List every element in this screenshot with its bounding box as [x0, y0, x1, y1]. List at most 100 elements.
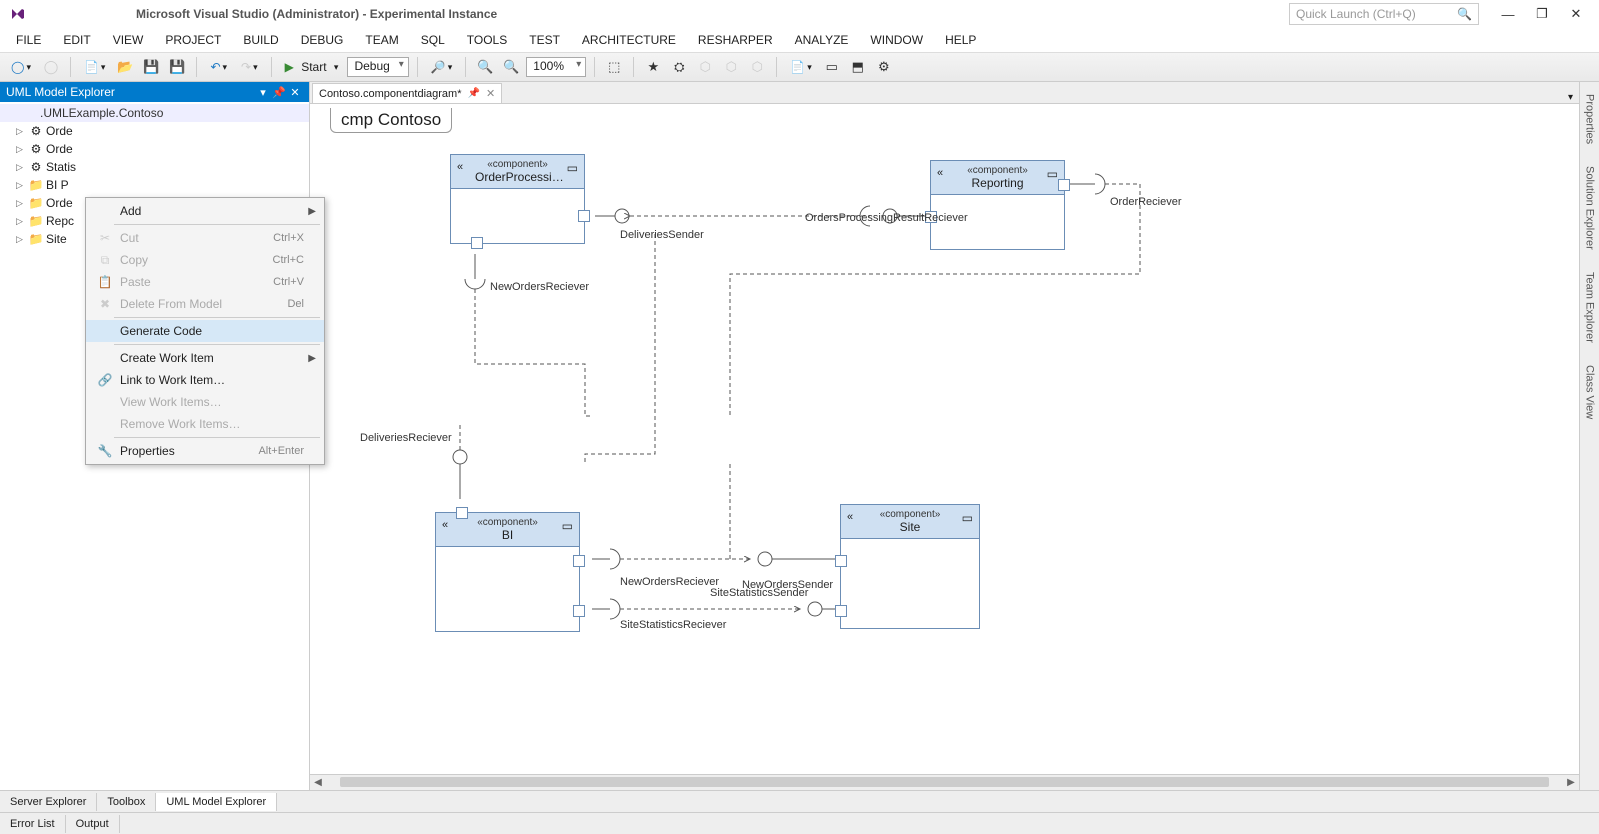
menu-help[interactable]: HELP	[935, 30, 986, 50]
nav-forward-button[interactable]: ◯	[40, 56, 62, 78]
port[interactable]	[578, 210, 590, 222]
tree-item[interactable]: ▷⚙Statis	[0, 158, 309, 176]
port[interactable]	[835, 605, 847, 617]
chevron-icon: «	[442, 519, 448, 531]
toolbar-btn-g[interactable]: 📄▾	[785, 57, 816, 77]
port[interactable]	[835, 555, 847, 567]
save-all-button[interactable]: 💾	[166, 56, 188, 78]
tab-properties[interactable]: Properties	[1582, 88, 1598, 150]
quick-launch-input[interactable]: Quick Launch (Ctrl+Q) 🔍	[1289, 3, 1479, 25]
toolbar-btn-b[interactable]: ★	[642, 56, 664, 78]
tab-server-explorer[interactable]: Server Explorer	[0, 793, 97, 811]
minimize-button[interactable]: —	[1493, 4, 1523, 24]
component-icon: ▭	[562, 519, 573, 533]
close-button[interactable]: ✕	[1561, 4, 1591, 24]
expand-icon[interactable]: ▷	[16, 234, 26, 245]
toolbar-btn-d[interactable]: ⬡	[694, 56, 716, 78]
component-orderprocessing[interactable]: ««component»OrderProcessi…▭	[450, 154, 585, 244]
component-bi[interactable]: ««component»BI▭	[435, 512, 580, 632]
component-reporting[interactable]: ««component»Reporting▭	[930, 160, 1065, 250]
scroll-right-icon[interactable]: ▶	[1563, 775, 1579, 791]
open-file-button[interactable]: 📂	[114, 56, 136, 78]
menu-file[interactable]: FILE	[6, 30, 51, 50]
menu-edit[interactable]: EDIT	[53, 30, 100, 50]
tree-item[interactable]: ▷⚙Orde	[0, 140, 309, 158]
port[interactable]	[471, 237, 483, 249]
tree-item-icon: ⚙	[28, 160, 44, 174]
menu-tools[interactable]: TOOLS	[457, 30, 517, 50]
panel-dropdown-icon[interactable]: ▾	[255, 86, 271, 99]
port[interactable]	[573, 605, 585, 617]
menu-item-add[interactable]: Add▶	[86, 200, 324, 222]
title-bar: Microsoft Visual Studio (Administrator) …	[0, 0, 1599, 28]
menu-item-shortcut: Alt+Enter	[258, 445, 304, 457]
tree-item-label: Site	[46, 232, 67, 246]
tree-item[interactable]: ▷⚙Orde	[0, 122, 309, 140]
horizontal-scrollbar[interactable]: ◀ ▶	[310, 774, 1579, 790]
tab-error-list[interactable]: Error List	[0, 815, 66, 833]
diagram-canvas[interactable]: cmp Contoso	[310, 104, 1579, 774]
menu-item-create-work-item[interactable]: Create Work Item▶	[86, 347, 324, 369]
start-button[interactable]: ▶ Start ▾	[280, 57, 344, 77]
expand-icon[interactable]: ▷	[16, 180, 26, 191]
doc-tab-contoso[interactable]: Contoso.componentdiagram* 📌 ✕	[312, 83, 502, 103]
menu-architecture[interactable]: ARCHITECTURE	[572, 30, 686, 50]
toolbar-btn-e[interactable]: ⬡	[720, 56, 742, 78]
menu-view[interactable]: VIEW	[103, 30, 154, 50]
tree-item[interactable]: ▷📁BI P	[0, 176, 309, 194]
menu-item-link-to-work-item-[interactable]: 🔗Link to Work Item…	[86, 369, 324, 391]
toolbar-btn-i[interactable]: ⬒	[847, 56, 869, 78]
port[interactable]	[573, 555, 585, 567]
zoom-in-icon[interactable]: 🔍	[474, 56, 496, 78]
pin-icon[interactable]: 📌	[467, 88, 479, 99]
zoom-select[interactable]: 100%	[526, 57, 586, 77]
menu-team[interactable]: TEAM	[355, 30, 408, 50]
menu-analyze[interactable]: ANALYZE	[785, 30, 859, 50]
panel-pin-icon[interactable]: 📌	[271, 86, 287, 99]
tab-uml-model-explorer[interactable]: UML Model Explorer	[156, 793, 277, 811]
save-button[interactable]: 💾	[140, 56, 162, 78]
nav-back-button[interactable]: ◯▾	[6, 57, 36, 77]
tab-solution-explorer[interactable]: Solution Explorer	[1582, 160, 1598, 256]
menu-project[interactable]: PROJECT	[155, 30, 231, 50]
scrollbar-thumb[interactable]	[340, 777, 1549, 787]
component-site[interactable]: ««component»Site▭	[840, 504, 980, 629]
close-tab-icon[interactable]: ✕	[486, 87, 495, 100]
tab-class-view[interactable]: Class View	[1582, 359, 1598, 425]
chevron-icon: «	[847, 511, 853, 523]
toolbar-btn-f[interactable]: ⬡	[746, 56, 768, 78]
toolbar-btn-j[interactable]: ⚙	[873, 56, 895, 78]
tab-overflow-icon[interactable]: ▾	[1562, 92, 1579, 103]
expand-icon[interactable]: ▷	[16, 216, 26, 227]
menu-sql[interactable]: SQL	[411, 30, 455, 50]
toolbar-btn-a[interactable]: ⬚	[603, 56, 625, 78]
toolbar-btn-h[interactable]: ▭	[821, 56, 843, 78]
menu-resharper[interactable]: RESHARPER	[688, 30, 783, 50]
menu-test[interactable]: TEST	[519, 30, 570, 50]
menu-window[interactable]: WINDOW	[860, 30, 933, 50]
menu-build[interactable]: BUILD	[233, 30, 288, 50]
toolbar-btn-c[interactable]: ⛭	[668, 56, 690, 78]
menu-item-generate-code[interactable]: Generate Code	[86, 320, 324, 342]
config-select[interactable]: Debug	[347, 57, 408, 77]
search-icon: 🔍	[1457, 7, 1472, 21]
port[interactable]	[1058, 179, 1070, 191]
menu-item-properties[interactable]: 🔧PropertiesAlt+Enter	[86, 440, 324, 462]
new-item-button[interactable]: 📄▾	[79, 57, 110, 77]
tab-team-explorer[interactable]: Team Explorer	[1582, 266, 1598, 349]
tab-toolbox[interactable]: Toolbox	[97, 793, 156, 811]
expand-icon[interactable]: ▷	[16, 162, 26, 173]
expand-icon[interactable]: ▷	[16, 126, 26, 137]
expand-icon[interactable]: ▷	[16, 144, 26, 155]
undo-button[interactable]: ↶▾	[205, 57, 232, 77]
menu-debug[interactable]: DEBUG	[291, 30, 354, 50]
panel-close-icon[interactable]: ✕	[287, 86, 303, 99]
redo-button[interactable]: ↷▾	[236, 57, 263, 77]
tab-output[interactable]: Output	[66, 815, 120, 833]
port[interactable]	[456, 507, 468, 519]
restore-button[interactable]: ❐	[1527, 4, 1557, 24]
find-button[interactable]: 🔎▾	[426, 57, 457, 77]
scroll-left-icon[interactable]: ◀	[310, 775, 326, 791]
zoom-out-icon[interactable]: 🔍	[500, 56, 522, 78]
expand-icon[interactable]: ▷	[16, 198, 26, 209]
